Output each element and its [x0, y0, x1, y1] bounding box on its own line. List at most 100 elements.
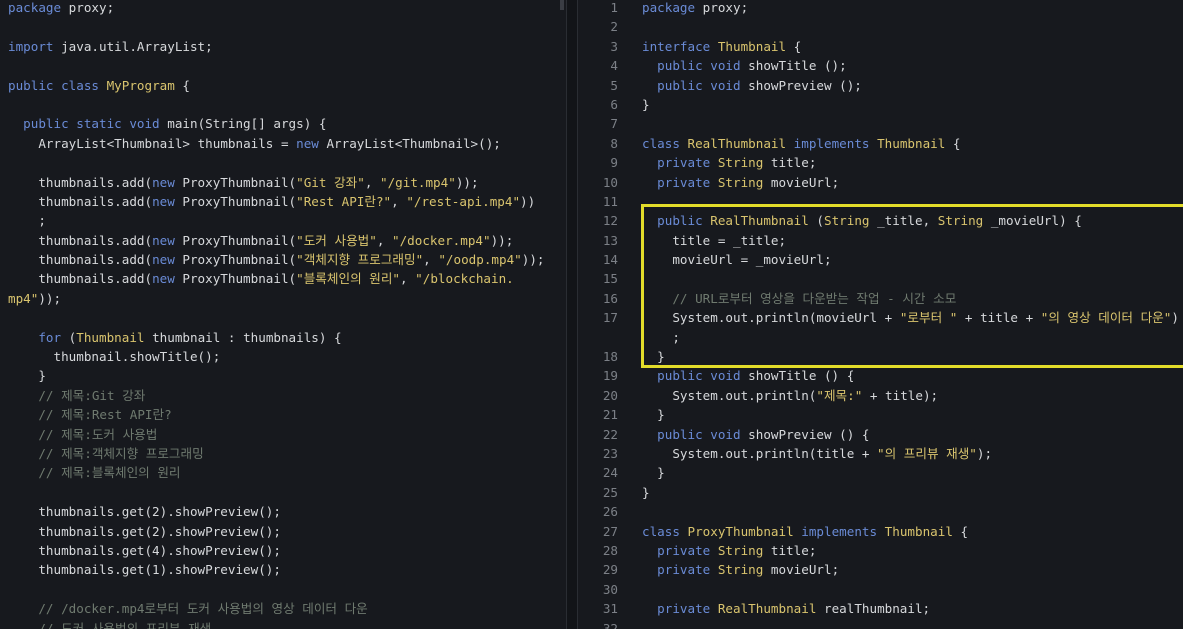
code-line[interactable]: 31 private RealThumbnail realThumbnail; [578, 599, 1183, 618]
line-number: 12 [602, 213, 618, 229]
code-line[interactable]: 9 private String title; [578, 153, 1183, 172]
line-number: 27 [602, 523, 618, 539]
code-line[interactable]: 12 public RealThumbnail (String _title, … [578, 211, 1183, 230]
code-line[interactable]: 29 private String movieUrl; [578, 560, 1183, 579]
code-line[interactable]: 32 [578, 619, 1183, 629]
code-line[interactable]: 10 private String movieUrl; [578, 173, 1183, 192]
code-line[interactable]: thumbnail.showTitle(); [0, 347, 566, 366]
code-line[interactable]: thumbnails.add(new ProxyThumbnail("객체지향 … [0, 250, 566, 269]
code-line[interactable]: 7 [578, 114, 1183, 133]
code-token: thumbnails.get(2).showPreview(); [8, 504, 281, 520]
code-token: // 제목:객체지향 프로그래밍 [8, 445, 204, 461]
code-line[interactable] [0, 153, 566, 172]
code-line[interactable]: ArrayList<Thumbnail> thumbnails = new Ar… [0, 134, 566, 153]
code-line[interactable] [0, 483, 566, 502]
code-token: movieUrl; [763, 174, 840, 190]
code-token: import [8, 38, 54, 54]
code-line[interactable]: public static void main(String[] args) { [0, 114, 566, 133]
editor-pane-right[interactable]: 1 package proxy; 2 3 interface Thumbnail {4 … [578, 0, 1183, 629]
code-line[interactable] [0, 308, 566, 327]
code-line[interactable] [0, 17, 566, 36]
code-token: private [642, 155, 718, 171]
code-line[interactable]: package proxy; [0, 0, 566, 17]
code-line[interactable]: // 제목:Rest API란? [0, 405, 566, 424]
code-token: MyProgram [106, 77, 175, 93]
code-line[interactable]: } [0, 366, 566, 385]
code-line[interactable]: 18 } [578, 347, 1183, 366]
line-number: 29 [602, 562, 618, 578]
code-area-left[interactable]: package proxy; import java.util.ArrayLis… [0, 0, 566, 629]
code-line[interactable]: // 제목:블록체인의 원리 [0, 463, 566, 482]
code-line[interactable]: ; [578, 328, 1183, 347]
code-line[interactable]: ; [0, 211, 566, 230]
scroll-marker[interactable] [560, 0, 564, 10]
code-line[interactable]: mp4")); [0, 289, 566, 308]
code-line[interactable]: 27 class ProxyThumbnail implements Thumbn… [578, 522, 1183, 541]
code-token: "/rest-api.mp4" [406, 193, 521, 209]
code-line[interactable]: 30 [578, 580, 1183, 599]
code-token: RealThumbnail [687, 135, 787, 151]
code-line[interactable]: import java.util.ArrayList; [0, 37, 566, 56]
code-line[interactable]: thumbnails.add(new ProxyThumbnail("Git 강… [0, 173, 566, 192]
code-line[interactable]: for (Thumbnail thumbnail : thumbnails) { [0, 328, 566, 347]
code-line[interactable]: 11 [578, 192, 1183, 211]
code-token: // /docker.mp4로부터 도커 사용법의 영상 데이터 다운 [8, 601, 368, 617]
code-line[interactable]: 3 interface Thumbnail { [578, 37, 1183, 56]
line-number: 16 [602, 290, 618, 306]
code-line[interactable]: thumbnails.add(new ProxyThumbnail("블록체인의… [0, 269, 566, 288]
code-line[interactable]: // 도커 사용법의 프리뷰 재생 [0, 619, 566, 629]
code-area-right[interactable]: 1 package proxy; 2 3 interface Thumbnail {4 … [578, 0, 1183, 629]
code-token: thumbnails.add( [8, 252, 153, 268]
code-line[interactable]: thumbnails.add(new ProxyThumbnail("Rest … [0, 192, 566, 211]
code-line[interactable]: thumbnails.get(2).showPreview(); [0, 502, 566, 521]
code-line[interactable]: thumbnails.get(1).showPreview(); [0, 560, 566, 579]
code-line[interactable]: 16 // URL로부터 영상을 다운받는 작업 - 시간 소모 [578, 289, 1183, 308]
code-line[interactable]: 4 public void showTitle (); [578, 56, 1183, 75]
code-line[interactable]: 17 System.out.println(movieUrl + "로부터 " … [578, 308, 1183, 327]
code-token: > thumbnails = [182, 135, 297, 151]
code-line[interactable]: // 제목:객체지향 프로그래밍 [0, 444, 566, 463]
code-line[interactable]: thumbnails.get(4).showPreview(); [0, 541, 566, 560]
code-line[interactable]: 22 public void showPreview () { [578, 425, 1183, 444]
code-line[interactable]: 26 [578, 502, 1183, 521]
editor-pane-left[interactable]: package proxy; import java.util.ArrayLis… [0, 0, 567, 629]
code-token: new [296, 135, 319, 151]
code-line[interactable]: 1 package proxy; [578, 0, 1183, 17]
code-token: thumbnail : thumbnails) { [144, 329, 342, 345]
code-token: title; [763, 542, 817, 558]
code-token: private [642, 542, 718, 558]
code-line[interactable]: 5 public void showPreview (); [578, 76, 1183, 95]
code-token: _movieUrl) { [983, 213, 1082, 229]
code-line[interactable]: 25} [578, 483, 1183, 502]
code-line[interactable]: 28 private String title; [578, 541, 1183, 560]
code-line[interactable]: 13 title = _title; [578, 231, 1183, 250]
code-line[interactable]: thumbnails.add(new ProxyThumbnail("도커 사용… [0, 231, 566, 250]
code-line[interactable]: public class MyProgram { [0, 76, 566, 95]
code-line[interactable]: 15 [578, 269, 1183, 288]
line-number: 25 [602, 484, 618, 500]
code-line[interactable]: 8 class RealThumbnail implements Thumbnai… [578, 134, 1183, 153]
code-line[interactable]: 21 } [578, 405, 1183, 424]
code-line[interactable]: // 제목:도커 사용법 [0, 425, 566, 444]
code-line[interactable]: thumbnails.get(2).showPreview(); [0, 522, 566, 541]
pane-divider[interactable] [567, 0, 578, 629]
code-line[interactable]: 24 } [578, 463, 1183, 482]
line-number: 3 [610, 38, 618, 54]
code-line[interactable]: 19 public void showTitle () { [578, 366, 1183, 385]
code-line[interactable]: 2 [578, 17, 1183, 36]
code-token: String [824, 213, 870, 229]
code-token: ArrayList< [8, 135, 115, 151]
code-token: Thumbnail [717, 38, 787, 54]
code-token: ProxyThumbnail( [174, 174, 297, 190]
code-token: String [717, 562, 764, 578]
code-line[interactable]: // /docker.mp4로부터 도커 사용법의 영상 데이터 다운 [0, 599, 566, 618]
code-line[interactable]: // 제목:Git 강좌 [0, 386, 566, 405]
code-line[interactable] [0, 95, 566, 114]
code-line[interactable] [0, 580, 566, 599]
code-line[interactable]: 23 System.out.println(title + "의 프리뷰 재생"… [578, 444, 1183, 463]
code-token: public class [8, 77, 107, 93]
code-line[interactable]: 6} [578, 95, 1183, 114]
code-line[interactable] [0, 56, 566, 75]
code-line[interactable]: 20 System.out.println("제목:" + title); [578, 386, 1183, 405]
code-line[interactable]: 14 movieUrl = _movieUrl; [578, 250, 1183, 269]
